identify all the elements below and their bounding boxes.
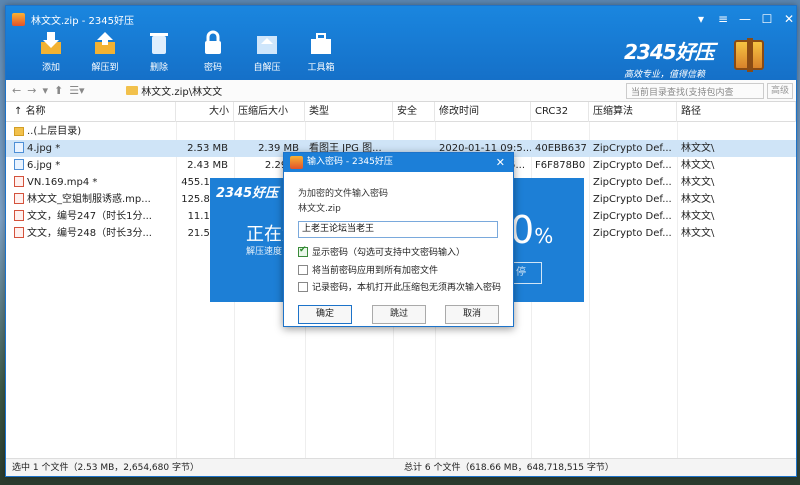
col-crc[interactable]: CRC32 (531, 102, 589, 122)
brand-box-icon (734, 38, 764, 72)
status-selection: 选中 1 个文件（2.53 MB，2,654,680 字节） (12, 463, 199, 473)
toolbar: 添加 解压到 删除 密码 自解压 工具箱 (24, 30, 348, 73)
toolbox-icon (307, 30, 335, 56)
col-type[interactable]: 类型 (305, 102, 393, 122)
toolbar-password-button[interactable]: 密码 (186, 30, 240, 73)
title-bar: 林文文.zip - 2345好压 ▾ ≡ — ☐ ✕ 添加 解压到 删除 密码 … (6, 6, 796, 80)
toolbar-extract-button[interactable]: 解压到 (78, 30, 132, 73)
maximize-button[interactable]: ☐ (756, 10, 778, 28)
trash-icon (145, 30, 173, 56)
brand-logo: 2345好压 高效专业，值得信赖 (624, 40, 715, 80)
col-security[interactable]: 安全 (393, 102, 435, 122)
status-total: 总计 6 个文件（618.66 MB，648,718,515 字节） (404, 463, 614, 473)
checkbox-checked-icon (298, 245, 308, 257)
apply-all-checkbox[interactable]: 将当前密码应用到所有加密文件 (298, 263, 438, 276)
checkbox-icon (298, 281, 308, 292)
forward-icon[interactable]: → (27, 84, 36, 97)
view-mode-icon[interactable]: ☰▾ (69, 84, 84, 97)
extract-icon (91, 30, 119, 56)
dialog-prompt: 为加密的文件输入密码 (298, 189, 389, 199)
col-mtime[interactable]: 修改时间 (435, 102, 531, 122)
show-password-checkbox[interactable]: 显示密码（勾选可支持中文密码输入） (298, 245, 465, 258)
status-bar: 选中 1 个文件（2.53 MB，2,654,680 字节） 总计 6 个文件（… (6, 458, 796, 476)
selfextract-icon (253, 30, 281, 56)
col-name[interactable]: ↑ 名称 (6, 102, 176, 122)
dialog-title-bar: 输入密码 - 2345好压 ✕ (284, 153, 513, 172)
history-dropdown-icon[interactable]: ▾ (42, 84, 48, 97)
video-file-icon (14, 176, 24, 187)
skin-icon[interactable]: ≡ (712, 10, 734, 28)
col-method[interactable]: 压缩算法 (589, 102, 677, 122)
window-title: 林文文.zip - 2345好压 (31, 16, 134, 27)
ok-button[interactable]: 确定 (298, 305, 352, 324)
col-path[interactable]: 路径 (677, 102, 796, 122)
dialog-archive-name: 林文文.zip (298, 204, 341, 214)
folder-icon (126, 86, 138, 95)
advanced-search-button[interactable]: 高级 (767, 83, 793, 99)
toolbar-delete-button[interactable]: 删除 (132, 30, 186, 73)
cancel-button[interactable]: 取消 (445, 305, 499, 324)
path-text: 林文文.zip\林文文 (141, 87, 223, 98)
video-file-icon (14, 227, 24, 238)
add-icon (37, 30, 65, 56)
checkbox-icon (298, 264, 308, 275)
close-button[interactable]: ✕ (778, 10, 800, 28)
path-box[interactable]: 林文文.zip\林文文 (126, 83, 222, 98)
file-list-header: ↑ 名称 大小 压缩后大小 类型 安全 修改时间 CRC32 压缩算法 路径 (6, 102, 796, 122)
image-file-icon (14, 142, 24, 153)
skip-button[interactable]: 跳过 (372, 305, 426, 324)
password-input[interactable]: 上老王论坛当老王 (298, 221, 498, 238)
lock-icon (199, 30, 227, 56)
video-file-icon (14, 210, 24, 221)
dialog-close-icon[interactable]: ✕ (496, 153, 505, 172)
app-icon (12, 13, 25, 26)
dialog-app-icon (290, 156, 303, 169)
toolbar-selfextract-button[interactable]: 自解压 (240, 30, 294, 73)
progress-logo: 2345好压 (216, 186, 279, 201)
dialog-title: 输入密码 - 2345好压 (307, 157, 393, 167)
col-size[interactable]: 大小 (176, 102, 234, 122)
minimize-button[interactable]: — (734, 10, 756, 28)
progress-percent: 0% (510, 208, 554, 252)
col-packed[interactable]: 压缩后大小 (234, 102, 305, 122)
up-folder-icon[interactable]: ⬆ (54, 84, 63, 97)
menu-icon[interactable]: ▾ (690, 10, 712, 28)
parent-folder-icon (14, 127, 24, 136)
search-input[interactable]: 当前目录查找(支持包内查 (626, 83, 764, 99)
file-row-parent[interactable]: ..(上层目录) (6, 123, 796, 140)
back-icon[interactable]: ← (12, 84, 21, 97)
video-file-icon (14, 193, 24, 204)
progress-speed: 解压速度 (246, 247, 283, 257)
remember-password-checkbox[interactable]: 记录密码，本机打开此压缩包无须再次输入密码 (298, 280, 501, 293)
image-file-icon (14, 159, 24, 170)
toolbar-toolbox-button[interactable]: 工具箱 (294, 30, 348, 73)
password-dialog: 输入密码 - 2345好压 ✕ 为加密的文件输入密码 林文文.zip 上老王论坛… (283, 152, 514, 327)
toolbar-add-button[interactable]: 添加 (24, 30, 78, 73)
